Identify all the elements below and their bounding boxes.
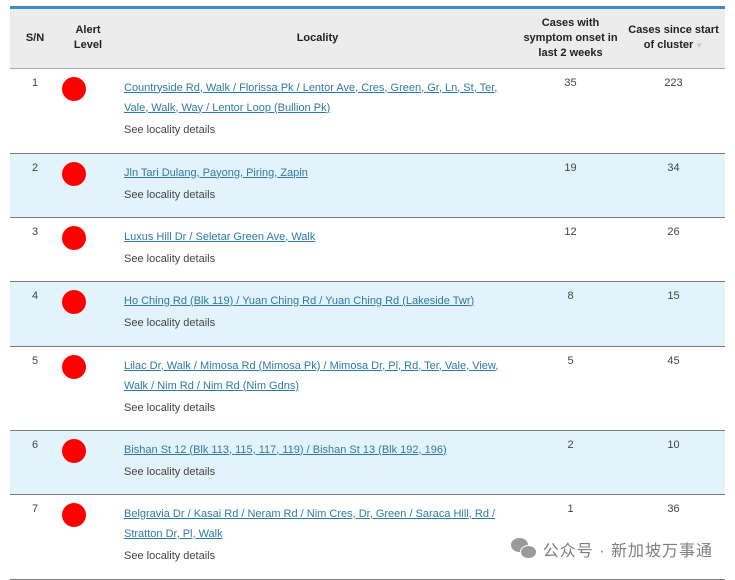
cases-recent-value: 2 xyxy=(519,430,622,495)
locality-cell: Luxus Hill Dr / Seletar Green Ave, Walk … xyxy=(116,217,519,282)
cases-total-value: 34 xyxy=(622,153,725,218)
alert-level-cell xyxy=(60,153,116,218)
col-header-alert-level[interactable]: Alert Level xyxy=(60,9,116,69)
cases-total-value: 15 xyxy=(622,281,725,347)
see-locality-details[interactable]: See locality details xyxy=(124,398,519,418)
cases-total-value: 45 xyxy=(622,346,725,431)
table-row: 2 Jln Tari Dulang, Payong, Piring, Zapin… xyxy=(10,153,725,218)
col-header-locality[interactable]: Locality xyxy=(116,9,519,69)
table-row: 6 Bishan St 12 (Blk 113, 115, 117, 119) … xyxy=(10,430,725,495)
cases-recent-value: 12 xyxy=(519,217,622,282)
red-alert-dot-icon xyxy=(62,289,86,314)
row-sn: 7 xyxy=(10,494,60,580)
see-locality-details[interactable]: See locality details xyxy=(124,462,519,482)
cases-total-value: 223 xyxy=(622,68,725,154)
red-alert-dot-icon xyxy=(62,161,86,186)
red-alert-dot-icon xyxy=(62,76,86,101)
locality-cell: Bishan St 12 (Blk 113, 115, 117, 119) / … xyxy=(116,430,519,495)
row-sn: 3 xyxy=(10,217,60,282)
cases-recent-value: 8 xyxy=(519,281,622,347)
see-locality-details[interactable]: See locality details xyxy=(124,120,519,140)
alert-level-cell xyxy=(60,494,116,580)
locality-link[interactable]: Countryside Rd, Walk / Florissa Pk / Len… xyxy=(124,82,497,114)
row-sn: 6 xyxy=(10,430,60,495)
table-header: S/N Alert Level Locality Cases with symp… xyxy=(10,9,725,69)
table-row: 1 Countryside Rd, Walk / Florissa Pk / L… xyxy=(10,68,725,154)
locality-cell: Ho Ching Rd (Blk 119) / Yuan Ching Rd / … xyxy=(116,281,519,347)
red-alert-dot-icon xyxy=(62,438,86,463)
wechat-icon xyxy=(510,538,537,560)
row-sn: 2 xyxy=(10,153,60,218)
locality-cell: Belgravia Dr / Kasai Rd / Neram Rd / Nim… xyxy=(116,494,519,580)
table-row: 3 Luxus Hill Dr / Seletar Green Ave, Wal… xyxy=(10,217,725,282)
cases-recent-value: 19 xyxy=(519,153,622,218)
see-locality-details[interactable]: See locality details xyxy=(124,185,519,205)
locality-cell: Countryside Rd, Walk / Florissa Pk / Len… xyxy=(116,68,519,154)
table-row: 5 Lilac Dr, Walk / Mimosa Rd (Mimosa Pk)… xyxy=(10,346,725,431)
table-row: 4 Ho Ching Rd (Blk 119) / Yuan Ching Rd … xyxy=(10,281,725,347)
cases-total-value: 10 xyxy=(622,430,725,495)
see-locality-details[interactable]: See locality details xyxy=(124,546,519,566)
locality-cell: Lilac Dr, Walk / Mimosa Rd (Mimosa Pk) /… xyxy=(116,346,519,431)
alert-level-cell xyxy=(60,217,116,282)
row-sn: 5 xyxy=(10,346,60,431)
sort-arrow-down-icon[interactable]: ▼ xyxy=(695,41,703,50)
locality-link[interactable]: Jln Tari Dulang, Payong, Piring, Zapin xyxy=(124,167,308,179)
red-alert-dot-icon xyxy=(62,225,86,250)
cases-recent-value: 35 xyxy=(519,68,622,154)
cases-recent-value: 5 xyxy=(519,346,622,431)
locality-link[interactable]: Lilac Dr, Walk / Mimosa Rd (Mimosa Pk) /… xyxy=(124,360,498,392)
see-locality-details[interactable]: See locality details xyxy=(124,313,519,333)
locality-link[interactable]: Belgravia Dr / Kasai Rd / Neram Rd / Nim… xyxy=(124,508,495,540)
alert-level-cell xyxy=(60,430,116,495)
locality-link[interactable]: Ho Ching Rd (Blk 119) / Yuan Ching Rd / … xyxy=(124,295,474,307)
alert-level-cell xyxy=(60,346,116,431)
col-header-cases-recent[interactable]: Cases with symptom onset in last 2 weeks xyxy=(519,9,622,69)
alert-level-cell xyxy=(60,68,116,154)
locality-link[interactable]: Luxus Hill Dr / Seletar Green Ave, Walk xyxy=(124,231,315,243)
alert-level-cell xyxy=(60,281,116,347)
see-locality-details[interactable]: See locality details xyxy=(124,249,519,269)
watermark-text: 公众号 · 新加坡万事通 xyxy=(542,543,713,560)
red-alert-dot-icon xyxy=(62,502,86,527)
col-header-sn[interactable]: S/N xyxy=(10,9,60,69)
cases-total-value: 26 xyxy=(622,217,725,282)
row-sn: 4 xyxy=(10,281,60,347)
col-header-cases-total[interactable]: Cases since start of cluster ▼ xyxy=(622,9,725,69)
red-alert-dot-icon xyxy=(62,354,86,379)
locality-cell: Jln Tari Dulang, Payong, Piring, Zapin S… xyxy=(116,153,519,218)
row-sn: 1 xyxy=(10,68,60,154)
dengue-cluster-table: S/N Alert Level Locality Cases with symp… xyxy=(10,9,725,580)
wechat-watermark: 公众号 · 新加坡万事通 xyxy=(510,537,713,561)
locality-link[interactable]: Bishan St 12 (Blk 113, 115, 117, 119) / … xyxy=(124,444,447,456)
